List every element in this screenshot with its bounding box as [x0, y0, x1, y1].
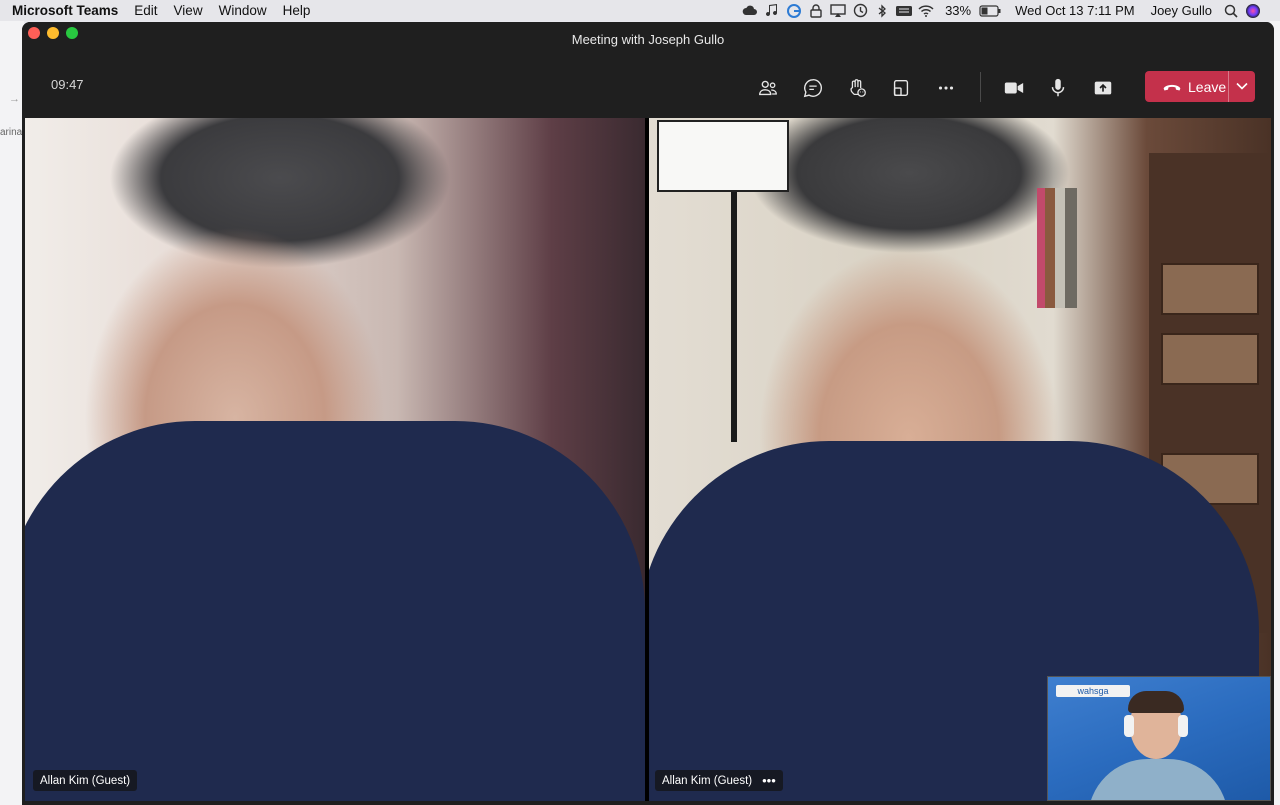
self-view-video[interactable]: wahsga — [1047, 676, 1271, 801]
chevron-down-icon — [1236, 82, 1248, 90]
menubar-datetime[interactable]: Wed Oct 13 7:11 PM — [1015, 3, 1134, 18]
cloud-icon[interactable] — [739, 0, 761, 21]
background-text: arina — [0, 127, 23, 138]
participant-name: Allan Kim (Guest) — [662, 774, 753, 787]
leave-options-button[interactable] — [1233, 76, 1251, 96]
grammarly-icon[interactable] — [783, 0, 805, 21]
share-content-button[interactable] — [1089, 74, 1117, 102]
video-stage: Allan Kim (Guest) Allan Kim (Guest) ••• … — [25, 118, 1271, 801]
bluetooth-icon[interactable] — [871, 0, 893, 21]
macos-menubar: Microsoft Teams Edit View Window Help 33… — [0, 0, 1280, 21]
shelf-drawer — [1161, 333, 1259, 385]
video-tile-participant-1[interactable]: Allan Kim (Guest) — [25, 118, 645, 801]
chat-icon — [803, 79, 822, 98]
rooms-button[interactable] — [887, 74, 915, 102]
background-window: → arina — [0, 21, 24, 805]
time-machine-icon[interactable] — [849, 0, 871, 21]
minimize-window-button[interactable] — [47, 27, 59, 39]
participant-name: Allan Kim (Guest) — [40, 774, 131, 787]
camera-icon — [1004, 82, 1024, 94]
traffic-lights — [28, 27, 78, 39]
airplay-icon[interactable] — [827, 0, 849, 21]
search-icon[interactable] — [1220, 0, 1242, 21]
battery-percent: 33% — [945, 3, 972, 18]
siri-icon[interactable] — [1242, 0, 1264, 21]
reactions-button[interactable] — [843, 74, 871, 102]
self-view-person-body — [1088, 759, 1228, 800]
hang-up-icon — [1162, 77, 1182, 97]
participant-more-options-button[interactable]: ••• — [762, 773, 776, 788]
meeting-timer: 09:47 — [51, 77, 84, 92]
more-actions-button[interactable] — [932, 74, 960, 102]
close-window-button[interactable] — [28, 27, 40, 39]
app-menu[interactable]: Microsoft Teams — [12, 3, 118, 18]
leave-split-divider — [1228, 71, 1229, 102]
participant-name-tag: Allan Kim (Guest) ••• — [655, 770, 783, 791]
lock-icon[interactable] — [805, 0, 827, 21]
participants-icon — [759, 80, 777, 96]
meeting-control-bar: 09:47 Leave — [22, 57, 1274, 118]
participant-video — [25, 421, 645, 801]
keyboard-icon[interactable] — [893, 0, 915, 21]
window-title: Meeting with Joseph Gullo — [571, 32, 725, 47]
battery-icon[interactable] — [979, 0, 1001, 21]
menu-edit[interactable]: Edit — [134, 3, 157, 18]
menu-view[interactable]: View — [174, 3, 203, 18]
leave-button[interactable]: Leave — [1145, 71, 1255, 102]
menu-help[interactable]: Help — [283, 3, 311, 18]
control-divider — [980, 72, 981, 102]
camera-button[interactable] — [1000, 74, 1028, 102]
shelf-drawer — [1161, 263, 1259, 315]
self-view-person-hair — [1128, 691, 1184, 713]
menubar-user[interactable]: Joey Gullo — [1151, 3, 1212, 18]
background-ring-light — [657, 120, 789, 192]
share-icon — [1094, 81, 1112, 95]
maximize-window-button[interactable] — [66, 27, 78, 39]
menubar-status-area: 33% Wed Oct 13 7:11 PM Joey Gullo — [739, 0, 1280, 21]
microphone-button[interactable] — [1044, 74, 1072, 102]
arrow-right-icon: → — [9, 93, 20, 105]
rooms-icon — [893, 79, 909, 97]
background-logo: wahsga — [1056, 685, 1130, 697]
teams-meeting-window: Meeting with Joseph Gullo 09:47 Leave Al… — [22, 22, 1274, 805]
more-icon — [938, 86, 954, 90]
menu-window[interactable]: Window — [219, 3, 267, 18]
reactions-icon — [850, 79, 866, 97]
headset-icon — [1178, 715, 1188, 737]
window-titlebar: Meeting with Joseph Gullo — [22, 22, 1274, 57]
leave-label: Leave — [1188, 78, 1227, 95]
music-icon[interactable] — [761, 0, 783, 21]
background-books — [1037, 188, 1077, 308]
chat-button[interactable] — [799, 74, 827, 102]
headset-icon — [1124, 715, 1134, 737]
wifi-icon[interactable] — [915, 0, 937, 21]
participant-name-tag: Allan Kim (Guest) — [33, 770, 138, 791]
participants-button[interactable] — [754, 74, 782, 102]
background-light-stand — [731, 192, 737, 442]
mic-icon — [1051, 78, 1065, 97]
